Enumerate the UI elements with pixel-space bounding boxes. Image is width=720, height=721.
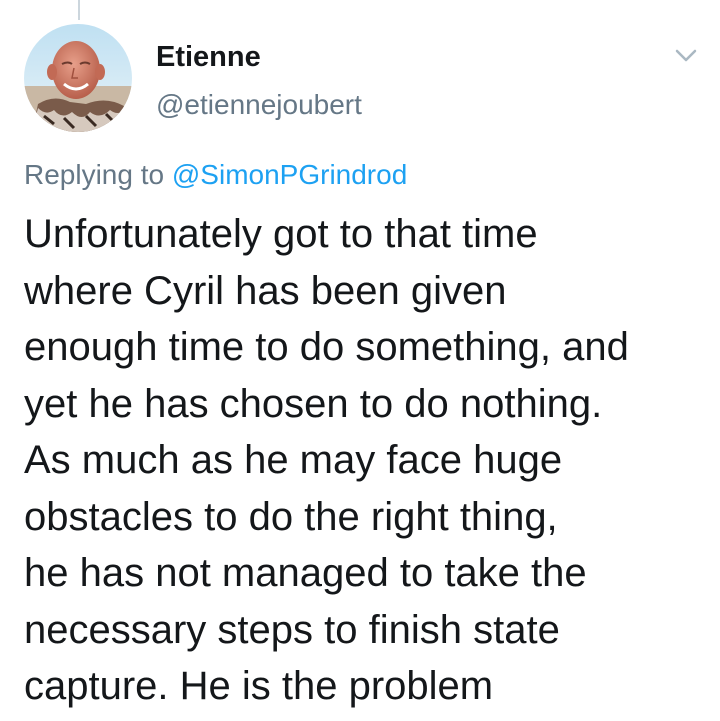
replying-to-prefix: Replying to bbox=[24, 159, 172, 190]
tweet-text-line: Unfortunately got to that time bbox=[24, 212, 538, 256]
tweet-text-line: necessary steps to finish state bbox=[24, 607, 560, 652]
tweet-text-line: capture. He is the problem bbox=[24, 664, 494, 708]
tweet-text: Unfortunately got to that time where Cyr… bbox=[24, 206, 704, 715]
tweet-text-line: where Cyril has been given bbox=[24, 268, 507, 313]
thread-connector-line bbox=[78, 0, 80, 20]
author-handle[interactable]: @etiennejoubert bbox=[156, 88, 362, 122]
replying-to-line: Replying to @SimonPGrindrod bbox=[24, 157, 407, 193]
tweet-text-line: he has not managed to take the bbox=[24, 551, 587, 595]
author-display-name[interactable]: Etienne bbox=[156, 40, 261, 74]
tweet-text-line: As much as he may face huge bbox=[24, 438, 563, 482]
chevron-down-icon bbox=[675, 49, 697, 62]
tweet-text-line: yet he has chosen to do nothing. bbox=[24, 381, 603, 426]
replying-to-mention-link[interactable]: @SimonPGrindrod bbox=[172, 159, 407, 190]
tweet-text-line: enough time to do something, and bbox=[24, 325, 629, 369]
tweet-text-line: obstacles to do the right thing, bbox=[24, 494, 558, 539]
profile-photo-icon bbox=[24, 24, 132, 132]
tweet-menu-button[interactable] bbox=[670, 40, 702, 72]
avatar[interactable] bbox=[24, 24, 132, 132]
